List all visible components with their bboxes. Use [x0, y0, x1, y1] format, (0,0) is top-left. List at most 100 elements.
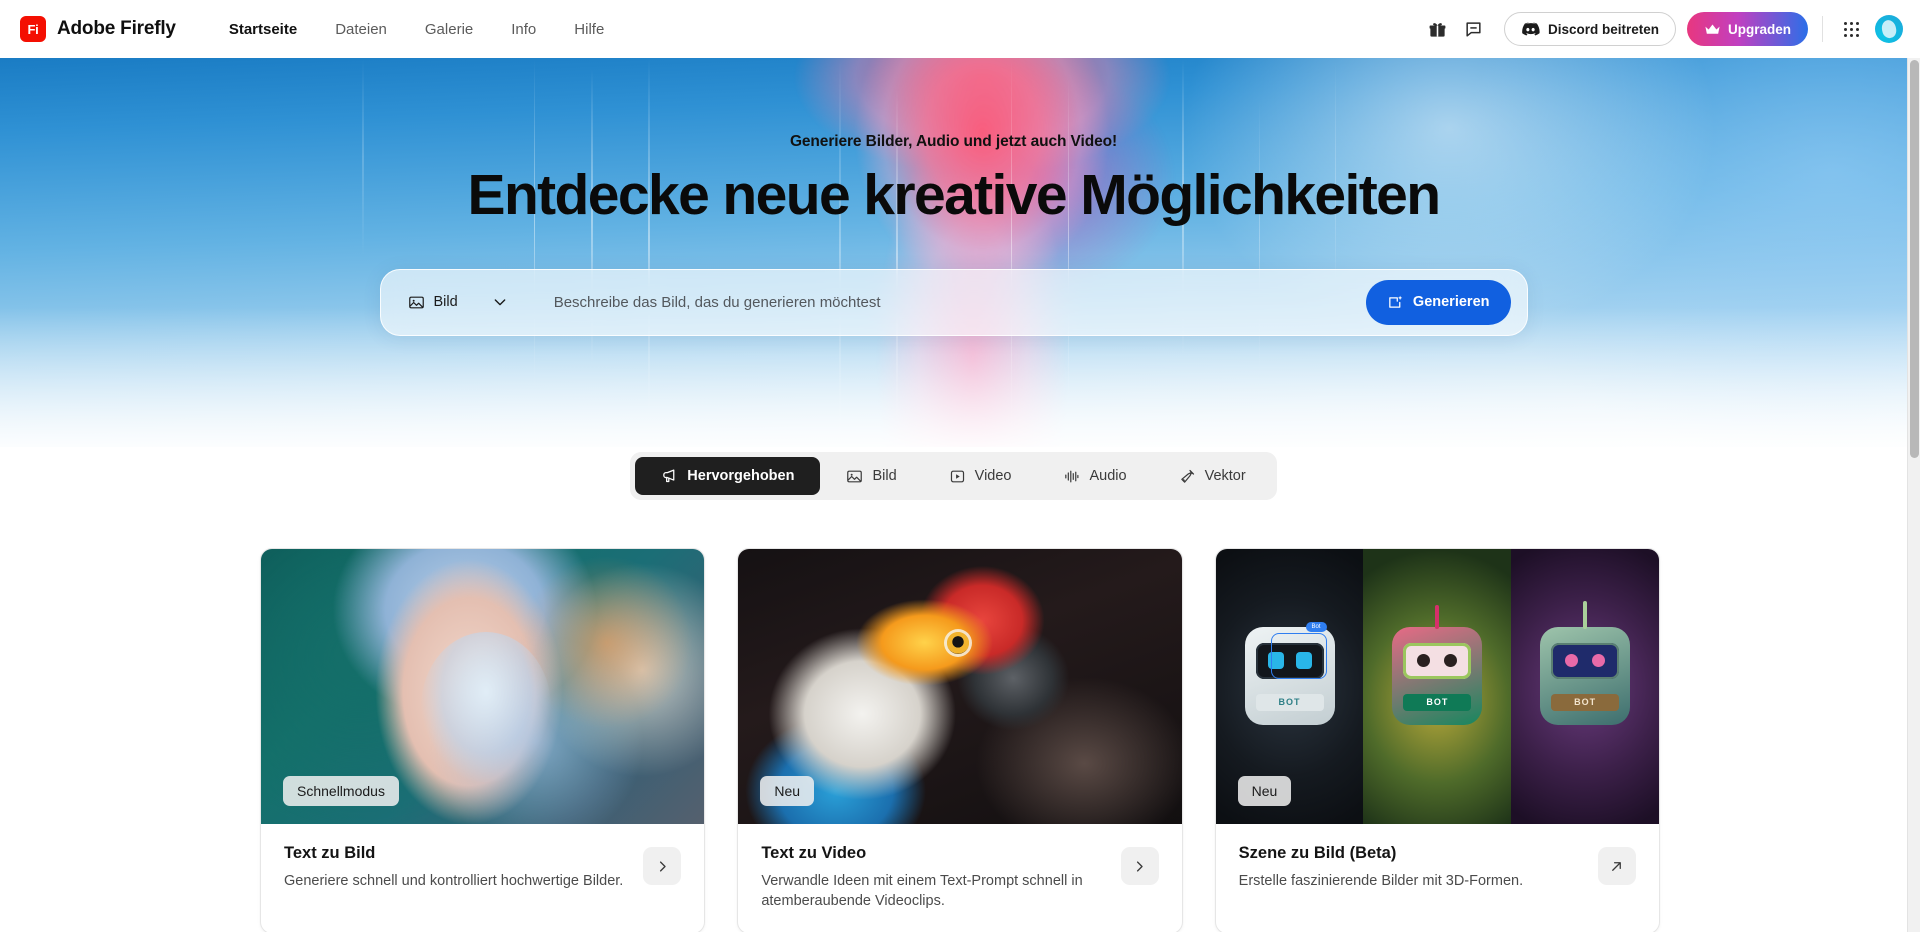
card-image: BOT Bot BOT BOT Neu	[1215, 549, 1659, 824]
firefly-logo-icon: Fi	[20, 16, 46, 42]
header-actions: Discord beitreten Upgraden	[1420, 11, 1920, 47]
discord-button-label: Discord beitreten	[1547, 21, 1659, 37]
discord-icon	[1521, 22, 1540, 36]
prompt-input[interactable]	[553, 293, 1366, 311]
nav-item-galerie[interactable]: Galerie	[406, 0, 492, 58]
selection-box: Bot	[1270, 621, 1327, 679]
nav-item-dateien[interactable]: Dateien	[316, 0, 406, 58]
prompt-type-label: Bild	[433, 294, 458, 311]
page-title: Entdecke neue kreative Möglichkeiten	[467, 163, 1442, 227]
robot-label: BOT	[1403, 693, 1472, 711]
tab-vektor[interactable]: Vektor	[1153, 457, 1272, 495]
status-badge: Neu	[1237, 776, 1292, 806]
brand-title: Adobe Firefly	[57, 18, 176, 39]
robot-figure: BOT Bot	[1244, 621, 1335, 725]
pen-icon	[1179, 468, 1196, 485]
hero-banner: Generiere Bilder, Audio und jetzt auch V…	[0, 58, 1907, 447]
prompt-type-selector[interactable]: Bild	[408, 294, 458, 311]
robot-screen	[1403, 642, 1472, 679]
robot-label: BOT	[1255, 693, 1324, 711]
card-description: Generiere schnell und kontrolliert hochw…	[284, 873, 624, 889]
gift-icon[interactable]	[1420, 11, 1456, 47]
card-image: Schnellmodus	[261, 549, 705, 824]
vertical-scrollbar[interactable]	[1907, 58, 1920, 932]
discord-join-button[interactable]: Discord beitreten	[1503, 12, 1676, 46]
card-title: Text zu Video	[761, 844, 867, 862]
card-body: Text zu Video Verwandle Ideen mit einem …	[738, 824, 1181, 932]
megaphone-icon	[661, 468, 678, 485]
robot-panel-2: BOT	[1363, 549, 1512, 824]
nav-item-hilfe[interactable]: Hilfe	[555, 0, 623, 58]
brand-logo-group[interactable]: Fi Adobe Firefly	[20, 16, 176, 42]
nav-label: Info	[511, 20, 537, 38]
nav-label: Startseite	[228, 20, 298, 38]
tab-label: Video	[974, 468, 1012, 484]
prompt-bar: Bild Generieren	[379, 268, 1528, 336]
app-grid-icon[interactable]	[1833, 11, 1869, 47]
nav-label: Dateien	[335, 20, 387, 38]
upgrade-button-label: Upgraden	[1727, 21, 1791, 37]
selection-tag: Bot	[1305, 621, 1327, 632]
nav-label: Hilfe	[574, 20, 605, 38]
status-badge: Schnellmodus	[283, 776, 399, 806]
card-text-block: Text zu Bild Generiere schnell und kontr…	[284, 844, 643, 892]
crown-icon	[1704, 23, 1721, 36]
speech-bubble-icon[interactable]	[1456, 11, 1492, 47]
tab-video[interactable]: Video	[923, 457, 1038, 495]
robot-antenna	[1583, 600, 1588, 629]
card-szene-zu-bild[interactable]: BOT Bot BOT BOT Neu Szene zu Bild (Beta)…	[1214, 548, 1660, 932]
scrollbar-thumb[interactable]	[1910, 60, 1919, 458]
main-nav: Startseite Dateien Galerie Info Hilfe	[210, 0, 623, 58]
card-image: Neu	[738, 549, 1182, 824]
play-square-icon	[949, 468, 966, 485]
tab-audio[interactable]: Audio	[1037, 457, 1152, 495]
firefly-logo-text: Fi	[27, 21, 39, 37]
robot-figure: BOT	[1392, 604, 1483, 725]
generate-button-label: Generieren	[1412, 294, 1490, 311]
card-text-zu-bild[interactable]: Schnellmodus Text zu Bild Generiere schn…	[260, 548, 706, 932]
upgrade-button[interactable]: Upgraden	[1686, 12, 1808, 46]
top-navigation-bar: Fi Adobe Firefly Startseite Dateien Gale…	[0, 0, 1920, 58]
card-text-block: Text zu Video Verwandle Ideen mit einem …	[761, 844, 1120, 911]
card-body: Szene zu Bild (Beta) Erstelle fasziniere…	[1216, 824, 1659, 914]
firefly-app-window: Fi Adobe Firefly Startseite Dateien Gale…	[0, 0, 1920, 932]
card-text-zu-video[interactable]: Neu Text zu Video Verwandle Ideen mit ei…	[737, 548, 1183, 932]
header-divider	[1822, 16, 1823, 42]
chevron-right-icon[interactable]	[643, 847, 682, 885]
tab-label: Hervorgehoben	[687, 468, 795, 484]
waveform-icon	[1063, 468, 1080, 485]
tab-bild[interactable]: Bild	[820, 457, 922, 495]
chevron-down-icon[interactable]	[492, 294, 508, 310]
status-badge: Neu	[760, 776, 815, 806]
nav-item-startseite[interactable]: Startseite	[210, 0, 316, 58]
card-title: Szene zu Bild (Beta)	[1238, 844, 1397, 862]
generate-button[interactable]: Generieren	[1365, 279, 1511, 325]
tab-label: Bild	[872, 468, 897, 484]
card-body: Text zu Bild Generiere schnell und kontr…	[261, 824, 704, 914]
category-tabs: Hervorgehoben Bild Video Audio Vektor	[630, 452, 1277, 500]
feature-card-grid: Schnellmodus Text zu Bild Generiere schn…	[260, 548, 1660, 932]
nav-item-info[interactable]: Info	[492, 0, 555, 58]
external-link-icon[interactable]	[1597, 847, 1636, 885]
category-tabs-container: Hervorgehoben Bild Video Audio Vektor	[0, 452, 1907, 500]
tab-label: Vektor	[1204, 468, 1246, 484]
card-description: Verwandle Ideen mit einem Text-Prompt sc…	[761, 873, 1083, 909]
chevron-right-icon[interactable]	[1120, 847, 1159, 885]
image-icon	[408, 294, 425, 311]
hero-kicker-text: Generiere Bilder, Audio und jetzt auch V…	[789, 133, 1118, 150]
image-icon	[846, 468, 863, 485]
nav-label: Galerie	[424, 20, 474, 38]
robot-panel-3: BOT	[1511, 549, 1659, 824]
hero-content: Generiere Bilder, Audio und jetzt auch V…	[0, 58, 1907, 447]
tab-label: Audio	[1089, 468, 1127, 484]
robot-figure: BOT	[1540, 600, 1631, 725]
card-title: Text zu Bild	[284, 844, 376, 862]
robot-label: BOT	[1551, 693, 1620, 711]
robot-screen	[1551, 642, 1620, 679]
card-description: Erstelle faszinierende Bilder mit 3D-For…	[1238, 873, 1524, 889]
robot-antenna	[1435, 604, 1440, 629]
user-avatar[interactable]	[1875, 15, 1903, 43]
tab-hervorgehoben[interactable]: Hervorgehoben	[635, 457, 821, 495]
card-text-block: Szene zu Bild (Beta) Erstelle fasziniere…	[1239, 844, 1598, 892]
generate-sparkle-icon	[1387, 294, 1404, 311]
